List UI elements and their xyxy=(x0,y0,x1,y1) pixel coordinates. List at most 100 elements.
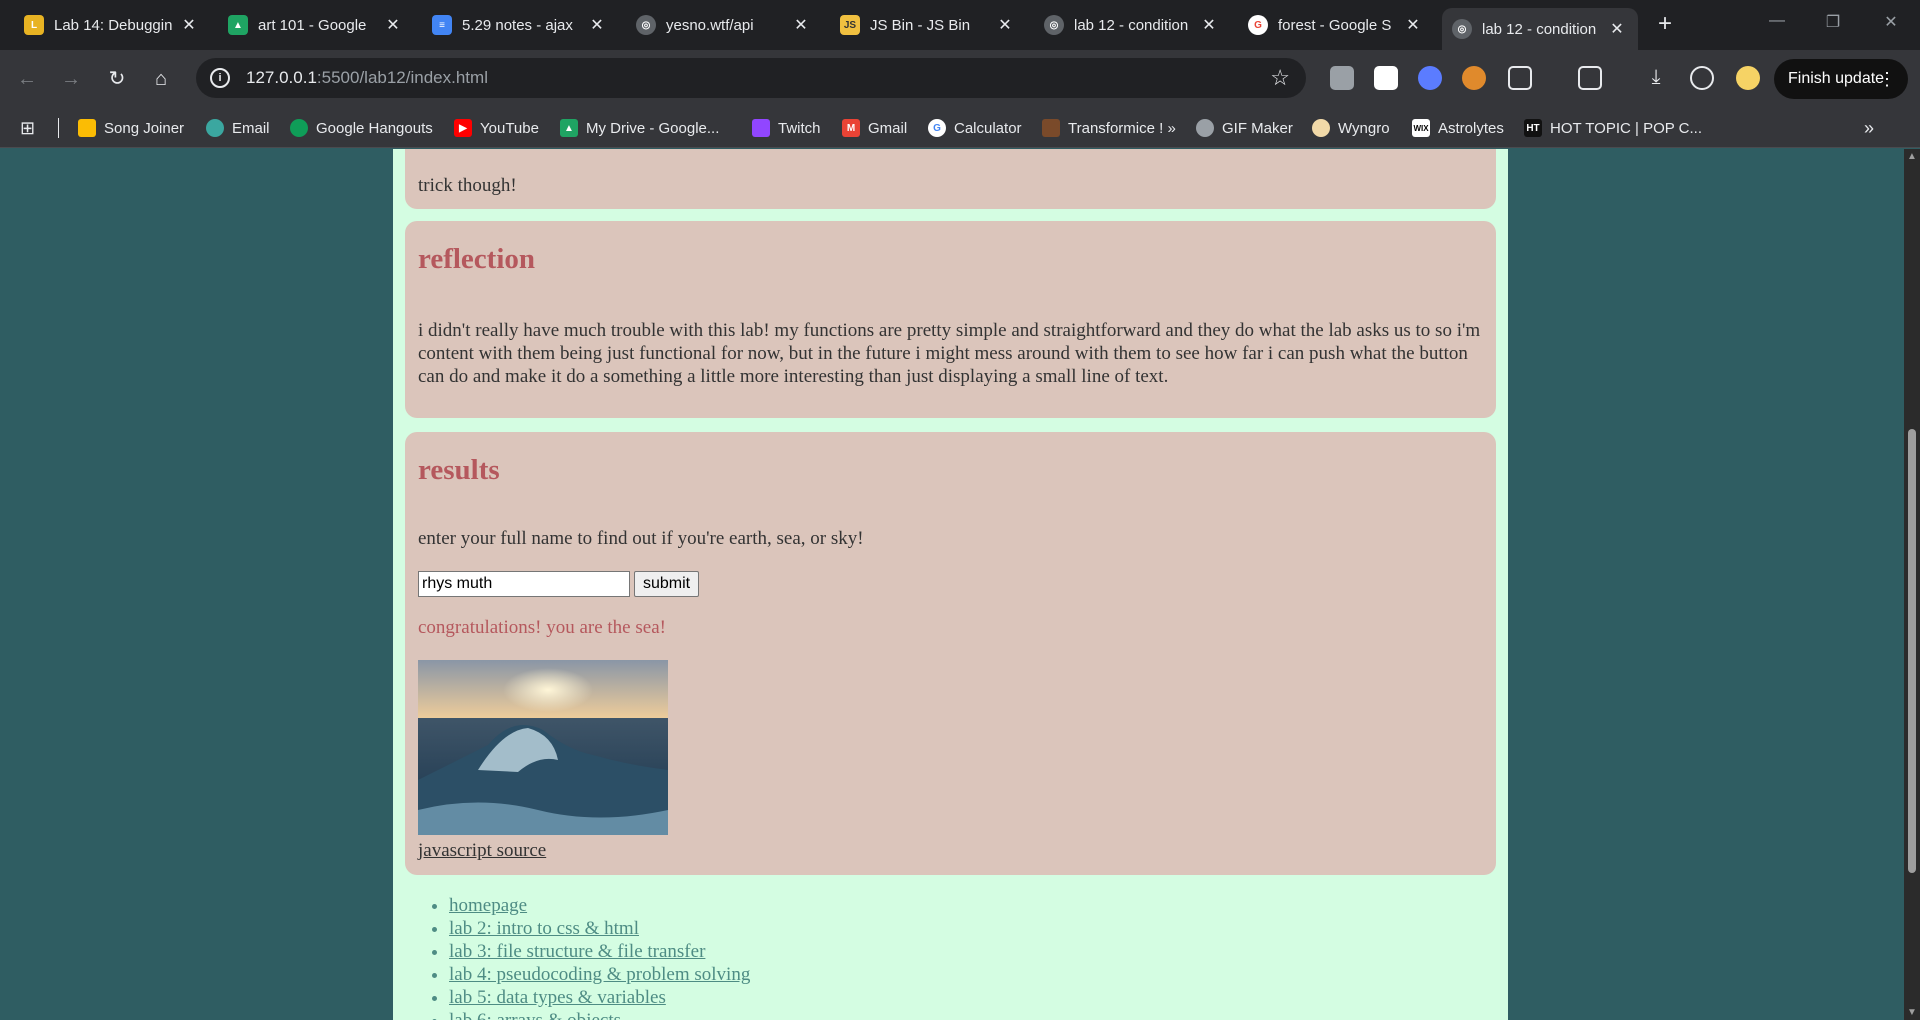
results-card: results enter your full name to find out… xyxy=(405,432,1496,875)
nav-item: lab 5: data types & variables xyxy=(449,986,750,1009)
extension-icon[interactable] xyxy=(1418,66,1442,90)
tab-yesno[interactable]: ◎ yesno.wtf/api ✕ xyxy=(626,8,822,42)
close-icon[interactable]: ✕ xyxy=(178,15,200,35)
close-icon[interactable]: ✕ xyxy=(790,15,812,35)
finish-update-label: Finish update xyxy=(1788,70,1885,87)
result-message: congratulations! you are the sea! xyxy=(418,617,666,638)
reflection-heading: reflection xyxy=(418,243,536,275)
close-icon[interactable]: ✕ xyxy=(1402,15,1424,35)
previous-section-card: trick though! xyxy=(405,149,1496,209)
nav-link-lab3[interactable]: lab 3: file structure & file transfer xyxy=(449,941,705,962)
extensions-puzzle-icon[interactable] xyxy=(1508,66,1532,90)
results-heading: results xyxy=(418,454,500,486)
profile-avatar[interactable] xyxy=(1736,66,1760,90)
nav-link-lab2[interactable]: lab 2: intro to css & html xyxy=(449,918,639,939)
bookmark-twitch[interactable]: Twitch xyxy=(752,116,821,140)
nav-link-lab6[interactable]: lab 6: arrays & objects xyxy=(449,1010,621,1020)
nav-link-homepage[interactable]: homepage xyxy=(449,895,527,916)
url-text: 127.0.0.1:5500/lab12/index.html xyxy=(246,68,488,87)
finish-update-button[interactable]: Finish update ⋮ xyxy=(1774,59,1908,99)
menu-icon[interactable]: ⋮ xyxy=(1878,69,1896,90)
bookmark-label: Gmail xyxy=(868,119,908,137)
submit-button[interactable]: submit xyxy=(634,571,700,597)
bookmarks-bar: ⊞ Song Joiner Email Google Hangouts ▶ You… xyxy=(0,108,1920,148)
bookmark-youtube[interactable]: ▶ YouTube xyxy=(454,116,539,140)
close-icon[interactable]: ✕ xyxy=(1606,19,1628,39)
tab-notes[interactable]: ≡ 5.29 notes - ajax ✕ xyxy=(422,8,618,42)
tab-title: lab 12 - condition xyxy=(1074,16,1189,34)
bookmark-calculator[interactable]: G Calculator xyxy=(928,116,1022,140)
youtube-icon: ▶ xyxy=(454,119,472,137)
tab-jsbin[interactable]: JS JS Bin - JS Bin ✕ xyxy=(830,8,1026,42)
apps-icon[interactable]: ⊞ xyxy=(20,116,35,140)
lab-nav-list: homepage lab 2: intro to css & html lab … xyxy=(435,894,750,1020)
tab-art101[interactable]: ▲ art 101 - Google ✕ xyxy=(218,8,414,42)
tab-title: lab 12 - condition xyxy=(1482,20,1597,38)
close-icon[interactable]: ✕ xyxy=(586,15,608,35)
tab-forest[interactable]: G forest - Google S ✕ xyxy=(1238,8,1434,42)
extension-icon[interactable] xyxy=(1462,66,1486,90)
forward-icon[interactable]: → xyxy=(56,64,86,94)
nav-item: lab 6: arrays & objects xyxy=(449,1009,750,1020)
vertical-scrollbar[interactable]: ▲ ▼ xyxy=(1904,149,1920,1020)
restore-icon[interactable]: ❐ xyxy=(1818,12,1848,32)
close-icon[interactable]: ✕ xyxy=(994,15,1016,35)
close-icon[interactable]: ✕ xyxy=(1198,15,1220,35)
full-name-input[interactable] xyxy=(418,571,630,597)
more-bookmarks-icon[interactable]: » xyxy=(1864,116,1874,140)
bookmark-astrolytes[interactable]: WIX Astrolytes xyxy=(1412,116,1504,140)
bookmark-hot-topic[interactable]: HT HOT TOPIC | POP C... xyxy=(1524,116,1702,140)
tab-lab14[interactable]: L Lab 14: Debuggin ✕ xyxy=(14,8,210,42)
globe-icon xyxy=(1196,119,1214,137)
tab-lab12-a[interactable]: ◎ lab 12 - condition ✕ xyxy=(1034,8,1230,42)
performance-icon[interactable] xyxy=(1690,66,1714,90)
nav-link-lab5[interactable]: lab 5: data types & variables xyxy=(449,987,666,1008)
home-icon[interactable]: ⌂ xyxy=(146,64,176,94)
google-drive-icon: ▲ xyxy=(228,15,248,35)
bookmark-my-drive[interactable]: ▲ My Drive - Google... xyxy=(560,116,719,140)
minimize-icon[interactable]: — xyxy=(1762,12,1792,30)
nav-link-lab4[interactable]: lab 4: pseudocoding & problem solving xyxy=(449,964,750,985)
tab-lab12-active[interactable]: ◎ lab 12 - condition ✕ xyxy=(1442,8,1638,50)
close-icon[interactable]: ✕ xyxy=(382,15,404,35)
bookmark-label: GIF Maker xyxy=(1222,119,1293,137)
reload-icon[interactable]: ↻ xyxy=(102,64,132,94)
tab-title: JS Bin - JS Bin xyxy=(870,16,971,34)
bookmark-gmail[interactable]: M Gmail xyxy=(842,116,907,140)
javascript-source-anchor[interactable]: javascript source xyxy=(418,840,546,861)
bookmark-star-icon[interactable]: ☆ xyxy=(1270,65,1290,91)
tab-title: Lab 14: Debuggin xyxy=(54,16,173,34)
close-window-icon[interactable]: ✕ xyxy=(1876,12,1906,32)
twitch-icon xyxy=(752,119,770,137)
scrollbar-thumb[interactable] xyxy=(1908,429,1916,873)
media-icon[interactable] xyxy=(1578,66,1602,90)
bookmark-wyngro[interactable]: Wyngro xyxy=(1312,116,1390,140)
hangouts-icon xyxy=(290,119,308,137)
download-icon[interactable]: ⤓ xyxy=(1644,66,1668,90)
new-tab-icon[interactable]: + xyxy=(1650,10,1680,38)
email-icon xyxy=(206,119,224,137)
bookmark-hangouts[interactable]: Google Hangouts xyxy=(290,116,433,140)
extension-icon[interactable] xyxy=(1374,66,1398,90)
bookmark-label: Calculator xyxy=(954,119,1022,137)
bookmark-label: Astrolytes xyxy=(1438,119,1504,137)
sea-wave-image xyxy=(418,660,668,835)
scroll-down-icon[interactable]: ▼ xyxy=(1907,1007,1917,1018)
address-bar[interactable]: i 127.0.0.1:5500/lab12/index.html ☆ xyxy=(196,58,1306,98)
bookmark-label: Wyngro xyxy=(1338,119,1390,137)
bookmark-label: Email xyxy=(232,119,270,137)
tab-strip: L Lab 14: Debuggin ✕ ▲ art 101 - Google … xyxy=(0,0,1920,50)
bookmark-label: YouTube xyxy=(480,119,539,137)
javascript-source-link[interactable]: javascript source xyxy=(418,839,546,862)
back-icon[interactable]: ← xyxy=(12,64,42,94)
bookmark-email[interactable]: Email xyxy=(206,116,270,140)
bookmark-transformice[interactable]: Transformice ! » xyxy=(1042,116,1176,140)
site-info-icon[interactable]: i xyxy=(210,68,230,88)
previous-section-text: trick though! xyxy=(418,175,517,196)
extension-icon[interactable] xyxy=(1330,66,1354,90)
scroll-up-icon[interactable]: ▲ xyxy=(1907,151,1917,162)
tab-title: forest - Google S xyxy=(1278,16,1392,34)
reflection-card: reflection i didn't really have much tro… xyxy=(405,221,1496,418)
bookmark-song-joiner[interactable]: Song Joiner xyxy=(78,116,184,140)
bookmark-gif-maker[interactable]: GIF Maker xyxy=(1196,116,1293,140)
